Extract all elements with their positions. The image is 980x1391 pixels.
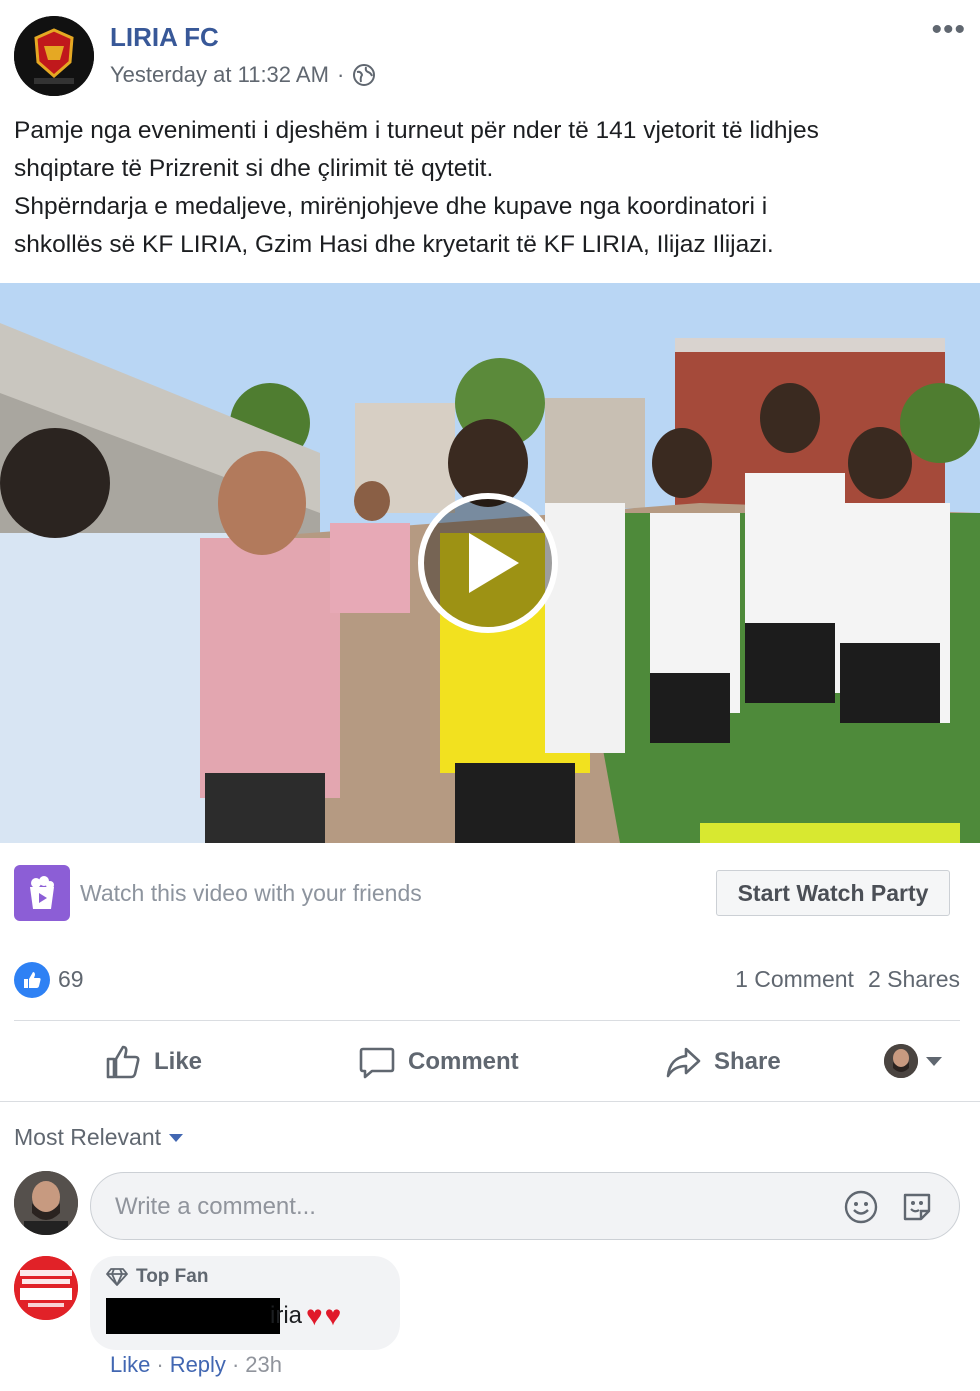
- top-fan-label: Top Fan: [136, 1266, 209, 1287]
- comment-time[interactable]: 23h: [245, 1352, 282, 1378]
- post-header: LIRIA FC Yesterday at 11:32 AM · •••: [0, 0, 980, 105]
- comment-bubble: Top Fan iria ♥♥: [90, 1256, 400, 1350]
- post-text-line: Pamje nga evenimenti i djeshëm i turneut…: [14, 117, 819, 144]
- page-avatar[interactable]: [14, 16, 94, 96]
- engagement-counts: 1 Comment 2 Shares: [735, 966, 960, 993]
- comment-button[interactable]: Comment: [358, 1040, 519, 1084]
- redacted-name: [106, 1298, 280, 1334]
- heart-emoji: ♥♥: [306, 1300, 344, 1331]
- emoji-icon[interactable]: [843, 1189, 879, 1225]
- watch-party-bar: Watch this video with your friends Start…: [0, 858, 980, 928]
- page-name-link[interactable]: LIRIA FC: [110, 22, 219, 53]
- comment-sort-dropdown[interactable]: Most Relevant: [14, 1124, 184, 1151]
- like-reaction-icon[interactable]: [14, 962, 50, 998]
- post-timestamp[interactable]: Yesterday at 11:32 AM: [110, 62, 329, 88]
- comment-text: iria ♥♥: [270, 1300, 343, 1332]
- play-icon[interactable]: [418, 493, 558, 633]
- like-label: Like: [154, 1048, 203, 1075]
- comment-count[interactable]: 1 Comment: [735, 966, 854, 993]
- post-text-line: shqiptare të Prizrenit si dhe çlirimit t…: [14, 155, 494, 182]
- post-actions: Like Comment Share: [0, 1026, 980, 1098]
- comment-reply-link[interactable]: Reply: [170, 1352, 226, 1378]
- top-fan-badge: Top Fan: [106, 1266, 208, 1288]
- comment-like-link[interactable]: Like: [110, 1352, 150, 1378]
- comment-body: iria: [270, 1302, 303, 1329]
- share-arrow-icon: [666, 1047, 701, 1078]
- comment-composer: [90, 1172, 960, 1240]
- meta-separator: ·: [336, 62, 345, 87]
- post-meta: Yesterday at 11:32 AM ·: [110, 62, 376, 88]
- chevron-down-icon: [926, 1056, 942, 1066]
- post-message: Pamje nga evenimenti i djeshëm i turneut…: [14, 112, 964, 264]
- more-dots-icon[interactable]: •••: [931, 15, 966, 45]
- post-text-line: Shpërndarja e medaljeve, mirënjohjeve dh…: [14, 193, 768, 220]
- comment-label: Comment: [408, 1048, 519, 1075]
- separator-dot: ·: [231, 1352, 240, 1377]
- like-button[interactable]: Like: [104, 1040, 202, 1084]
- globe-icon[interactable]: [352, 63, 376, 87]
- comment-item: Top Fan iria ♥♥ Like · Reply · 23h: [0, 1254, 980, 1391]
- share-label: Share: [714, 1048, 781, 1075]
- divider: [14, 1020, 960, 1021]
- post-as-selector[interactable]: [884, 1044, 942, 1078]
- watch-party-icon: [14, 865, 70, 921]
- divider: [0, 1101, 980, 1102]
- avatar[interactable]: [14, 1171, 78, 1235]
- avatar: [884, 1044, 918, 1078]
- diamond-icon: [106, 1268, 128, 1286]
- comment-sort-label: Most Relevant: [14, 1124, 162, 1150]
- chevron-down-icon: [169, 1133, 184, 1142]
- comment-actions: Like · Reply · 23h: [110, 1352, 282, 1378]
- video-player[interactable]: [0, 283, 980, 843]
- start-watch-party-button[interactable]: Start Watch Party: [716, 870, 950, 916]
- thumbs-up-icon: [106, 1045, 140, 1079]
- sticker-icon[interactable]: [899, 1189, 935, 1225]
- watch-party-prompt: Watch this video with your friends: [80, 880, 422, 906]
- comment-input[interactable]: [115, 1187, 815, 1227]
- comment-icon: [359, 1047, 395, 1079]
- post-text-line: shkollës së KF LIRIA, Gzim Hasi dhe krye…: [14, 231, 774, 258]
- share-count[interactable]: 2 Shares: [868, 966, 960, 993]
- share-button[interactable]: Share: [664, 1040, 781, 1084]
- separator-dot: ·: [156, 1352, 164, 1377]
- reactions-bar: 69 1 Comment 2 Shares: [0, 958, 980, 1002]
- commenter-avatar[interactable]: [14, 1256, 78, 1320]
- like-count[interactable]: 69: [58, 966, 84, 993]
